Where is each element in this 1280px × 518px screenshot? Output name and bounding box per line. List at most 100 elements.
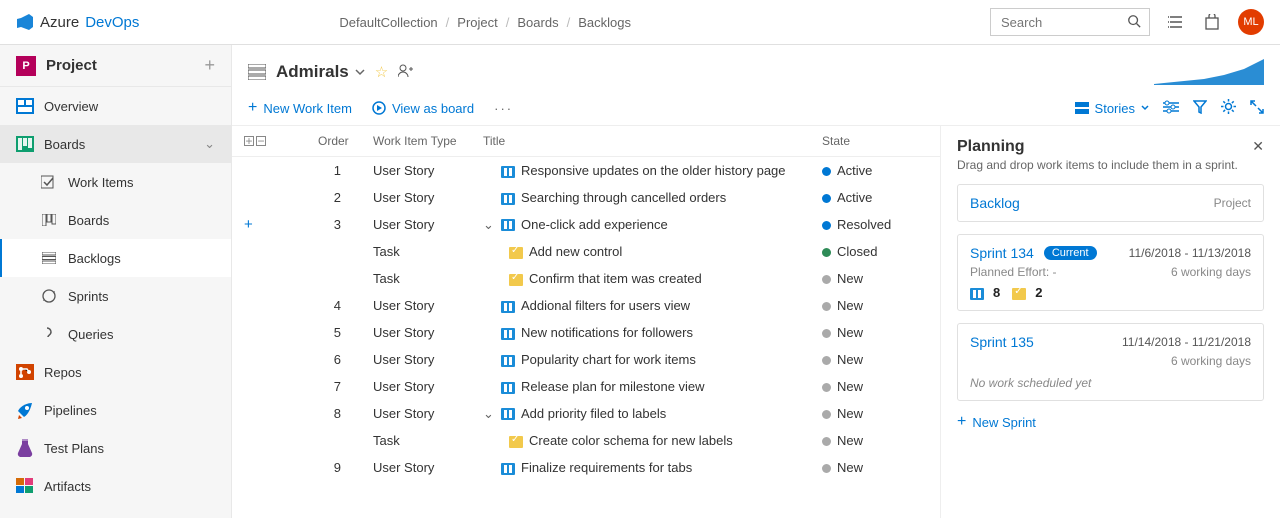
state-dot-icon bbox=[822, 221, 831, 230]
sprint-card[interactable]: Sprint 134Current11/6/2018 - 11/13/2018P… bbox=[957, 234, 1264, 311]
search-input-wrap[interactable] bbox=[990, 8, 1150, 36]
task-icon bbox=[509, 436, 523, 448]
user-story-icon bbox=[501, 219, 515, 231]
sidebar-subitem-work-items[interactable]: Work Items bbox=[0, 163, 231, 201]
filter-icon[interactable] bbox=[1193, 100, 1207, 117]
backlog-row[interactable]: +3User Story⌄One-click add experienceRes… bbox=[232, 211, 940, 238]
breadcrumb-item[interactable]: DefaultCollection bbox=[339, 15, 437, 30]
state-dot-icon bbox=[822, 437, 831, 446]
backlog-row[interactable]: +TaskAdd new controlClosed bbox=[232, 238, 940, 265]
row-title-cell[interactable]: Searching through cancelled orders bbox=[471, 184, 810, 211]
new-work-item-button[interactable]: + New Work Item bbox=[248, 99, 352, 117]
sprint-dates: 11/14/2018 - 11/21/2018 bbox=[1122, 335, 1251, 349]
fullscreen-icon[interactable] bbox=[1250, 100, 1264, 117]
row-title-cell[interactable]: Addional filters for users view bbox=[471, 292, 810, 319]
row-title-cell[interactable]: New notifications for followers bbox=[471, 319, 810, 346]
search-icon[interactable] bbox=[1127, 14, 1141, 31]
list-icon[interactable] bbox=[1166, 12, 1186, 32]
backlog-row[interactable]: +1User StoryResponsive updates on the ol… bbox=[232, 157, 940, 185]
favorite-star-icon[interactable]: ☆ bbox=[375, 63, 388, 81]
row-state: New bbox=[810, 292, 940, 319]
queries-icon bbox=[40, 325, 58, 343]
user-story-icon bbox=[501, 328, 515, 340]
col-type[interactable]: Work Item Type bbox=[361, 126, 471, 157]
sidebar-item-boards[interactable]: Boards⌄ bbox=[0, 125, 231, 163]
row-expander-icon[interactable]: ⌄ bbox=[483, 406, 501, 422]
add-child-icon[interactable]: + bbox=[244, 216, 253, 233]
row-state: New bbox=[810, 400, 940, 427]
breadcrumb-item[interactable]: Backlogs bbox=[578, 15, 631, 30]
sidebar-item-pipelines[interactable]: Pipelines bbox=[0, 391, 231, 429]
more-actions-button[interactable]: ··· bbox=[494, 101, 513, 116]
row-title: Confirm that item was created bbox=[529, 271, 702, 286]
breadcrumb-item[interactable]: Project bbox=[457, 15, 497, 30]
backlog-row[interactable]: +5User StoryNew notifications for follow… bbox=[232, 319, 940, 346]
new-work-item-label: New Work Item bbox=[263, 101, 352, 116]
user-avatar[interactable]: ML bbox=[1238, 9, 1264, 35]
row-title-cell[interactable]: Finalize requirements for tabs bbox=[471, 454, 810, 481]
expand-collapse-all[interactable]: +− bbox=[244, 136, 294, 146]
row-title-cell[interactable]: Confirm that item was created bbox=[471, 265, 810, 292]
team-name: Admirals bbox=[276, 62, 349, 82]
col-order[interactable]: Order bbox=[306, 126, 361, 157]
col-title[interactable]: Title bbox=[471, 126, 810, 157]
team-picker[interactable]: Admirals bbox=[276, 62, 365, 82]
backlog-row[interactable]: +TaskConfirm that item was createdNew bbox=[232, 265, 940, 292]
azure-devops-logo[interactable]: Azure DevOps bbox=[16, 13, 139, 31]
backlog-row[interactable]: +2User StorySearching through cancelled … bbox=[232, 184, 940, 211]
row-title-cell[interactable]: Responsive updates on the older history … bbox=[471, 157, 810, 185]
brand-azure: Azure bbox=[40, 14, 79, 31]
bag-icon[interactable] bbox=[1202, 12, 1222, 32]
sprint-card[interactable]: Sprint 13511/14/2018 - 11/21/20186 worki… bbox=[957, 323, 1264, 401]
sidebar-subitem-boards[interactable]: Boards bbox=[0, 201, 231, 239]
row-title-cell[interactable]: Release plan for milestone view bbox=[471, 373, 810, 400]
sidebar-subitem-queries[interactable]: Queries bbox=[0, 315, 231, 353]
backlog-row[interactable]: +7User StoryRelease plan for milestone v… bbox=[232, 373, 940, 400]
planning-heading: Planning bbox=[957, 138, 1238, 156]
sidebar-item-test-plans[interactable]: Test Plans bbox=[0, 429, 231, 467]
new-sprint-button[interactable]: + New Sprint bbox=[957, 413, 1264, 431]
row-type: User Story bbox=[361, 292, 471, 319]
row-title: Popularity chart for work items bbox=[521, 352, 696, 367]
sidebar-subitem-sprints[interactable]: Sprints bbox=[0, 277, 231, 315]
row-title-cell[interactable]: Create color schema for new labels bbox=[471, 427, 810, 454]
row-expander-icon[interactable]: ⌄ bbox=[483, 217, 501, 233]
team-members-icon[interactable] bbox=[398, 64, 414, 81]
project-picker[interactable]: P Project + bbox=[0, 45, 231, 87]
user-story-icon bbox=[501, 193, 515, 205]
backlog-level-picker[interactable]: Stories bbox=[1075, 101, 1149, 116]
backlog-row[interactable]: +6User StoryPopularity chart for work it… bbox=[232, 346, 940, 373]
backlog-row[interactable]: +8User Story⌄Add priority filed to label… bbox=[232, 400, 940, 427]
settings-icon[interactable] bbox=[1221, 99, 1236, 117]
row-state: Active bbox=[810, 184, 940, 211]
sprint-subright: 6 working days bbox=[1171, 354, 1251, 368]
breadcrumb-item[interactable]: Boards bbox=[517, 15, 558, 30]
close-planning-icon[interactable]: ✕ bbox=[1252, 138, 1264, 155]
backlog-card[interactable]: Backlog Project bbox=[957, 184, 1264, 222]
row-title-cell[interactable]: ⌄One-click add experience bbox=[471, 211, 810, 238]
row-state: New bbox=[810, 373, 940, 400]
row-state: New bbox=[810, 454, 940, 481]
search-input[interactable] bbox=[999, 14, 1119, 31]
row-title-cell[interactable]: Popularity chart for work items bbox=[471, 346, 810, 373]
sidebar-item-overview[interactable]: Overview bbox=[0, 87, 231, 125]
row-title-cell[interactable]: ⌄Add priority filed to labels bbox=[471, 400, 810, 427]
options-icon[interactable] bbox=[1163, 100, 1179, 117]
row-order: 5 bbox=[306, 319, 361, 346]
backlog-row[interactable]: +4User StoryAddional filters for users v… bbox=[232, 292, 940, 319]
backlog-grid[interactable]: +− Order Work Item Type Title State +1Us… bbox=[232, 126, 940, 518]
sidebar-subitem-backlogs[interactable]: Backlogs bbox=[0, 239, 231, 277]
col-state[interactable]: State bbox=[810, 126, 940, 157]
row-type: Task bbox=[361, 427, 471, 454]
row-order bbox=[306, 265, 361, 292]
row-title: Responsive updates on the older history … bbox=[521, 163, 786, 178]
sidebar-item-repos[interactable]: Repos bbox=[0, 353, 231, 391]
velocity-sparkline[interactable] bbox=[1154, 59, 1264, 85]
view-as-board-button[interactable]: View as board bbox=[372, 101, 474, 116]
backlog-row[interactable]: +TaskCreate color schema for new labelsN… bbox=[232, 427, 940, 454]
new-project-icon[interactable]: + bbox=[204, 55, 215, 76]
sidebar-item-artifacts[interactable]: Artifacts bbox=[0, 467, 231, 505]
overview-icon bbox=[16, 97, 34, 115]
row-title-cell[interactable]: Add new control bbox=[471, 238, 810, 265]
backlog-row[interactable]: +9User StoryFinalize requirements for ta… bbox=[232, 454, 940, 481]
